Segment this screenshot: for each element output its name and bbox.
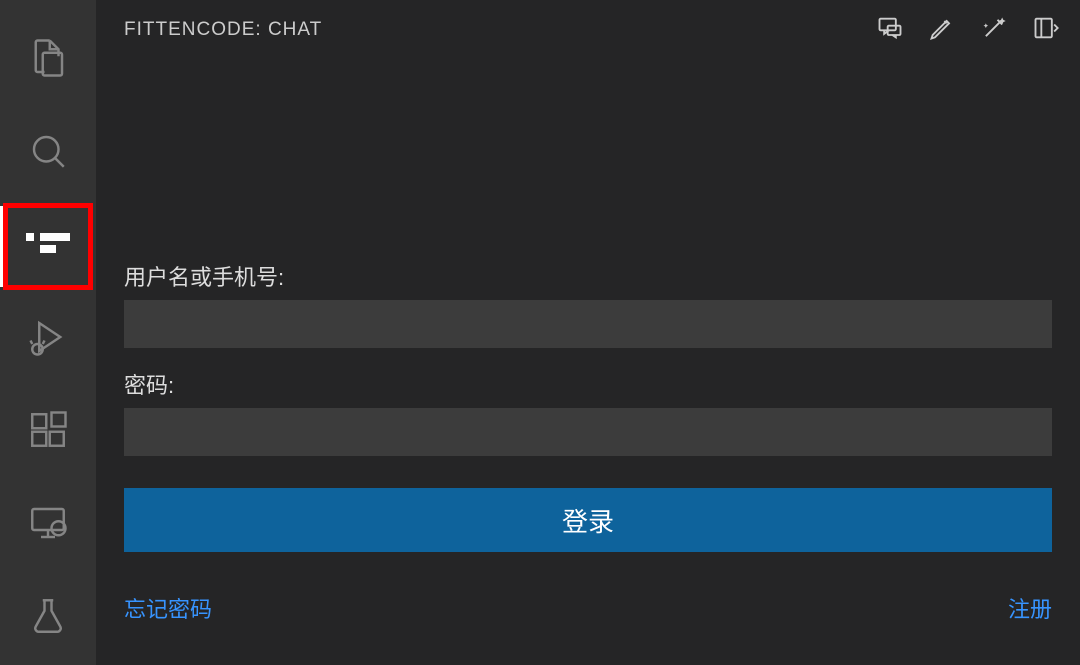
link-row: 忘记密码 注册	[124, 592, 1052, 624]
toggle-panel-button[interactable]	[1032, 14, 1060, 47]
panel-header-actions	[876, 14, 1060, 47]
extensions-tab[interactable]	[0, 386, 96, 479]
new-chat-button[interactable]	[876, 14, 904, 47]
panel-header: FITTENCODE: CHAT	[96, 0, 1080, 60]
run-debug-icon	[27, 316, 69, 363]
register-link[interactable]: 注册	[1008, 592, 1052, 624]
remote-tab[interactable]	[0, 479, 96, 572]
search-tab[interactable]	[0, 107, 96, 200]
explorer-tab[interactable]	[0, 14, 96, 107]
fittencode-tab[interactable]	[0, 200, 96, 293]
password-input[interactable]	[124, 408, 1052, 456]
run-debug-tab[interactable]	[0, 293, 96, 386]
magic-wand-icon	[980, 14, 1008, 47]
toggle-panel-icon	[1032, 14, 1060, 47]
activity-bar	[0, 0, 96, 665]
remote-explorer-icon	[27, 502, 69, 549]
magic-button[interactable]	[980, 14, 1008, 47]
login-button[interactable]: 登录	[124, 488, 1052, 552]
username-input[interactable]	[124, 300, 1052, 348]
login-form: 用户名或手机号: 密码: 登录 忘记密码 注册	[96, 60, 1080, 665]
fittencode-icon	[26, 229, 70, 265]
search-icon	[27, 130, 69, 177]
testing-tab[interactable]	[0, 572, 96, 665]
panel-title: FITTENCODE: CHAT	[124, 19, 322, 41]
forgot-password-link[interactable]: 忘记密码	[124, 592, 212, 624]
pencil-icon	[928, 14, 956, 47]
chat-icon	[876, 14, 904, 47]
side-panel: FITTENCODE: CHAT	[96, 0, 1080, 665]
username-label: 用户名或手机号:	[124, 260, 1052, 292]
files-icon	[27, 37, 69, 84]
edit-button[interactable]	[928, 14, 956, 47]
testing-icon	[27, 595, 69, 642]
extensions-icon	[27, 409, 69, 456]
password-label: 密码:	[124, 368, 1052, 400]
